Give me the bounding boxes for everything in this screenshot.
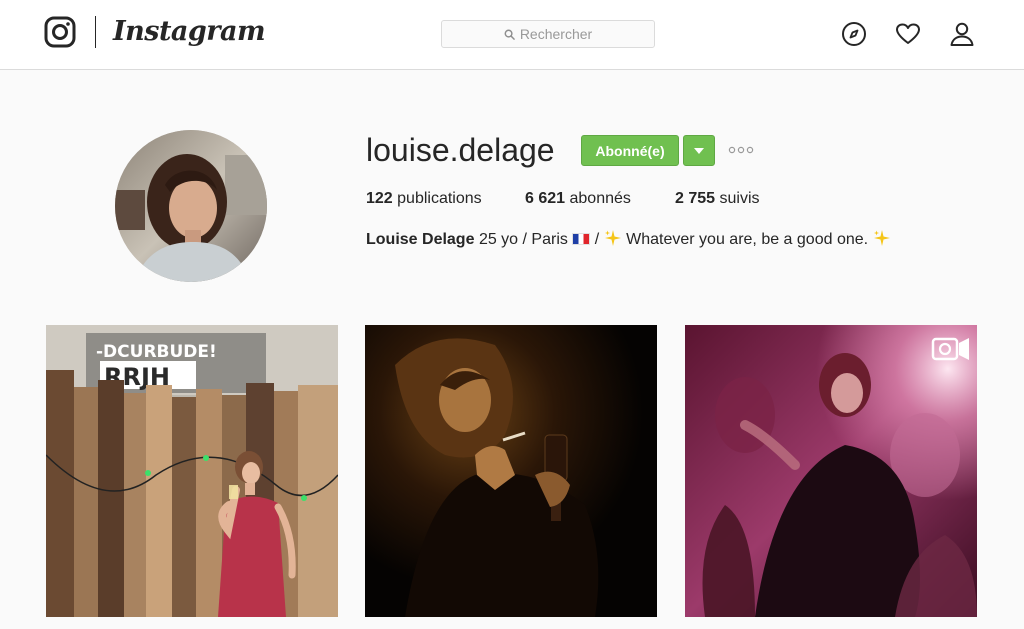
more-options-icon[interactable] bbox=[728, 143, 754, 157]
logo-divider bbox=[95, 16, 96, 48]
posts-grid: -DCURBUDE! RRJH bbox=[0, 325, 1024, 629]
explore-compass-icon[interactable] bbox=[840, 20, 868, 48]
following-label: suivis bbox=[719, 190, 760, 207]
follow-dropdown-button[interactable] bbox=[683, 135, 715, 166]
profile-bio: Louise Delage 25 yo / Paris / Whatever y… bbox=[366, 229, 891, 250]
sparkles-icon bbox=[873, 230, 890, 246]
followers-count-stat[interactable]: 6 621 abonnés bbox=[525, 189, 631, 209]
followers-label: abonnés bbox=[569, 190, 631, 207]
post-thumbnail-video[interactable] bbox=[685, 325, 977, 617]
following-count-stat[interactable]: 2 755 suivis bbox=[675, 189, 760, 209]
instagram-wordmark-logo[interactable]: Instagram bbox=[113, 14, 266, 50]
profile-avatar[interactable] bbox=[115, 130, 267, 282]
search-placeholder: Rechercher bbox=[519, 26, 593, 42]
post-video-frame bbox=[685, 325, 977, 617]
caret-down-icon bbox=[694, 147, 704, 154]
sparkles-icon bbox=[604, 230, 621, 246]
top-navigation-bar: Instagram Rechercher bbox=[0, 0, 1024, 70]
post-photo bbox=[365, 325, 657, 617]
wooden-fence bbox=[46, 370, 338, 617]
bio-separator: / bbox=[594, 231, 600, 248]
search-icon bbox=[504, 29, 515, 40]
bio-full-name: Louise Delage bbox=[366, 231, 475, 248]
following-button[interactable]: Abonné(e) bbox=[581, 135, 679, 166]
post-thumbnail[interactable] bbox=[365, 325, 657, 617]
graffiti-text: -DCURBUDE! bbox=[96, 342, 217, 362]
france-flag-icon bbox=[572, 233, 591, 245]
followers-count: 6 621 bbox=[525, 190, 566, 207]
profile-header: louise.delage Abonné(e) 122 publications… bbox=[0, 70, 1024, 320]
posts-count: 122 bbox=[366, 190, 393, 207]
post-thumbnail[interactable]: -DCURBUDE! RRJH bbox=[46, 325, 338, 617]
profile-username: louise.delage bbox=[366, 132, 555, 168]
activity-heart-icon[interactable] bbox=[894, 20, 922, 48]
bio-text-part2: Whatever you are, be a good one. bbox=[626, 231, 869, 248]
avatar-photo bbox=[115, 130, 267, 282]
instagram-camera-logo-icon[interactable] bbox=[44, 16, 76, 48]
posts-label: publications bbox=[397, 190, 482, 207]
posts-count-stat: 122 publications bbox=[366, 189, 482, 209]
bio-text-part1: 25 yo / Paris bbox=[478, 231, 568, 248]
search-input[interactable]: Rechercher bbox=[441, 20, 655, 48]
following-count: 2 755 bbox=[675, 190, 716, 207]
post-photo: -DCURBUDE! RRJH bbox=[46, 325, 338, 617]
profile-person-icon[interactable] bbox=[948, 20, 976, 48]
